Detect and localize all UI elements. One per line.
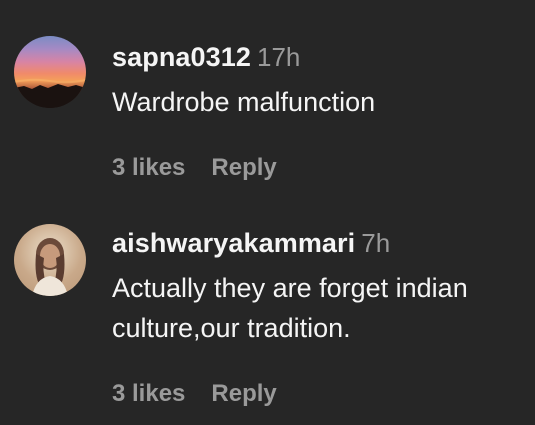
- username-link[interactable]: aishwaryakammari: [112, 228, 355, 258]
- comment-text-line: Wardrobe malfunction: [112, 87, 376, 117]
- comment-actions: 3 likes Reply: [112, 154, 535, 182]
- avatar[interactable]: [14, 36, 86, 108]
- comment-timestamp[interactable]: 7h: [361, 228, 390, 258]
- username-link[interactable]: sapna0312: [112, 42, 251, 72]
- comment-header: aishwaryakammari 7h: [112, 226, 535, 260]
- comment-text-line: culture,our tradition.: [112, 313, 351, 343]
- likes-count-button[interactable]: 3 likes: [112, 154, 185, 182]
- comment-timestamp[interactable]: 17h: [257, 42, 300, 72]
- comment-content: sapna0312 17h Wardrobe malfunction 3 like…: [112, 40, 535, 182]
- reply-button[interactable]: Reply: [211, 154, 276, 182]
- likes-count-button[interactable]: 3 likes: [112, 380, 185, 408]
- comment-text-line: Actually they are forget indian: [112, 273, 468, 303]
- comment-header: sapna0312 17h: [112, 40, 535, 74]
- person-avatar-icon: [32, 238, 68, 296]
- comment-content: aishwaryakammari 7h Actually they are for…: [112, 226, 535, 408]
- comment-text: Actually they are forget indian culture,…: [112, 268, 535, 348]
- comment-actions: 3 likes Reply: [112, 380, 535, 408]
- reply-button[interactable]: Reply: [211, 380, 276, 408]
- comments-list: sapna0312 17h Wardrobe malfunction 3 like…: [0, 0, 535, 425]
- sunset-avatar-icon: [14, 78, 86, 108]
- avatar[interactable]: [14, 224, 86, 296]
- comment-text: Wardrobe malfunction: [112, 82, 535, 122]
